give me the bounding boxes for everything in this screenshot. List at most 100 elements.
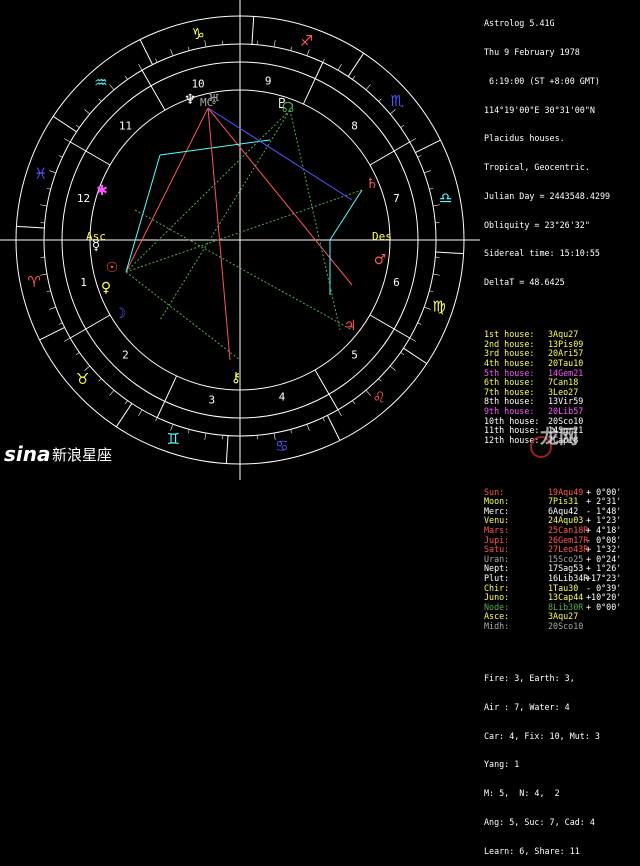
planet-row-asce-value: 3Aqu27 (548, 612, 578, 622)
house-cusp-9 (303, 62, 322, 104)
degree-tick (379, 99, 382, 102)
sign-boundary-12 (53, 116, 76, 131)
sign-boundary-3 (116, 403, 131, 426)
node-glyph: ☊ (282, 100, 294, 116)
saturn-glyph: ♄ (366, 176, 379, 192)
info-panel: Astrolog 5.41G Thu 9 February 1978 6:19:… (480, 0, 640, 480)
element-line-6: Ang: 5, Suc: 7, Cad: 4 (480, 818, 640, 828)
planet-row-sun: Sun:19Aqu49+ 0°00' (480, 488, 640, 498)
planet-row-juno: Juno:13Cap44+10°20' (480, 593, 640, 603)
house-cusp-5 (315, 370, 338, 410)
degree-tick (366, 84, 370, 89)
chiron-glyph: ⚷ (231, 370, 241, 386)
sign-glyph-cancer: ♋ (275, 437, 288, 455)
house-number-3: 3 (209, 394, 216, 407)
sign-boundary-6 (403, 348, 426, 363)
planet-row-merc-value: 6Aqu42 (548, 507, 578, 517)
planet-row-venu: Venu:24Aqu03+ 1°23' (480, 516, 640, 526)
degree-tick (125, 76, 127, 79)
element-line-4: Yang: 1 (480, 760, 640, 770)
planet-row-asce-label: Asce: (484, 612, 509, 622)
house-number-4: 4 (279, 390, 286, 403)
planet-row-juno-label: Juno: (484, 593, 509, 603)
degree-tick (49, 171, 56, 173)
degree-tick (76, 352, 79, 354)
planet-row-merc-label: Merc: (484, 507, 509, 517)
planet-row-jupi-value: 26Gem17R (548, 536, 588, 546)
degree-tick (352, 401, 354, 404)
mars-glyph: ♂ (374, 252, 387, 268)
degree-tick (76, 125, 79, 127)
degree-tick (352, 76, 354, 79)
planet-row-merc-motion: - 1°48' (586, 507, 621, 517)
sina-watermark-text: 新浪星座 (52, 444, 112, 465)
planet-row-venu-motion: + 1°23' (586, 516, 621, 526)
house-cusp-2 (70, 315, 110, 338)
element-line-7: Learn: 6, Share: 11 (480, 847, 640, 857)
degree-tick (338, 410, 342, 416)
planet-row-uran-value: 15Sco25 (548, 555, 583, 565)
aspect-line-7 (330, 190, 362, 240)
house-cusp-3 (157, 376, 176, 418)
element-line-2: Air : 7, Water: 4 (480, 703, 640, 713)
planet-row-sun-motion: + 0°00' (586, 488, 621, 498)
planet-row-midh-label: Midh: (484, 622, 509, 632)
delta-t: DeltaT = 48.6425 (480, 278, 640, 288)
sign-boundary-11 (140, 40, 152, 65)
planet-position-list: Sun:19Aqu49+ 0°00'Moon:7Pis31+ 2°31'Merc… (480, 488, 640, 632)
degree-tick (323, 59, 325, 63)
degree-tick (307, 424, 309, 431)
degree-tick (49, 307, 56, 309)
house-number-10: 10 (191, 78, 204, 91)
neptune-glyph: ♆ (184, 92, 197, 108)
planet-row-jupi-motion: - 0°08' (586, 536, 621, 546)
planet-row-asce: Asce: 3Aqu27 (480, 612, 640, 622)
aspect-line-11 (160, 110, 290, 320)
degree-tick (424, 307, 431, 309)
planet-row-chir-value: 1Tau30 (548, 584, 578, 594)
planet-row-moon-label: Moon: (484, 497, 509, 507)
degree-tick (390, 110, 395, 114)
planet-row-nept-label: Nept: (484, 564, 509, 574)
aspect-line-12 (290, 110, 340, 330)
chart-date: Thu 9 February 1978 (480, 48, 640, 58)
degree-tick (323, 418, 325, 422)
sign-boundary-5 (327, 415, 339, 440)
sign-glyph-virgo: ♍ (432, 298, 445, 316)
moon-glyph: ☽ (114, 306, 127, 322)
degree-tick (366, 390, 370, 395)
planet-row-satu-motion: + 1°32' (586, 545, 621, 555)
degree-tick (418, 155, 422, 157)
planet-row-midh: Midh: 20Sco10 (480, 622, 640, 632)
jupiter-glyph: ♃ (344, 318, 357, 334)
degree-tick (59, 155, 63, 157)
sign-glyph-aquarius: ♒ (94, 74, 107, 92)
planet-row-midh-value: 20Sco10 (548, 622, 583, 632)
mercury-glyph: ☿ (92, 238, 101, 254)
planet-row-node-label: Node: (484, 603, 509, 613)
degree-tick (410, 338, 416, 342)
degree-tick (205, 433, 206, 440)
planet-row-node-value: 8Lib30R (548, 603, 583, 613)
planet-row-jupi-label: Jupi: (484, 536, 509, 546)
element-line-5: M: 5, N: 4, 2 (480, 789, 640, 799)
planet-row-chir-motion: - 0°39' (586, 584, 621, 594)
obliquity: Obliquity = 23°26'32" (480, 221, 640, 231)
house-number-11: 11 (119, 119, 132, 132)
site-watermark-text: 龙网 (540, 422, 578, 449)
venus-glyph: ♀ (101, 280, 111, 296)
house-number-8: 8 (351, 119, 358, 132)
sina-logo: sina (4, 442, 51, 466)
degree-tick (40, 205, 47, 206)
degree-tick (171, 49, 173, 56)
planet-row-moon: Moon:7Pis31+ 2°31' (480, 497, 640, 507)
planet-row-uran-label: Uran: (484, 555, 509, 565)
sign-glyph-capricorn: ♑ (191, 25, 204, 43)
degree-tick (338, 64, 342, 70)
juno-glyph: ✱ (96, 183, 108, 199)
house-number-12: 12 (77, 192, 90, 205)
aspect-line-5 (160, 140, 270, 155)
aspect-line-13 (208, 108, 352, 200)
sign-boundary-10 (252, 16, 254, 44)
planet-row-chir: Chir:1Tau30- 0°39' (480, 584, 640, 594)
